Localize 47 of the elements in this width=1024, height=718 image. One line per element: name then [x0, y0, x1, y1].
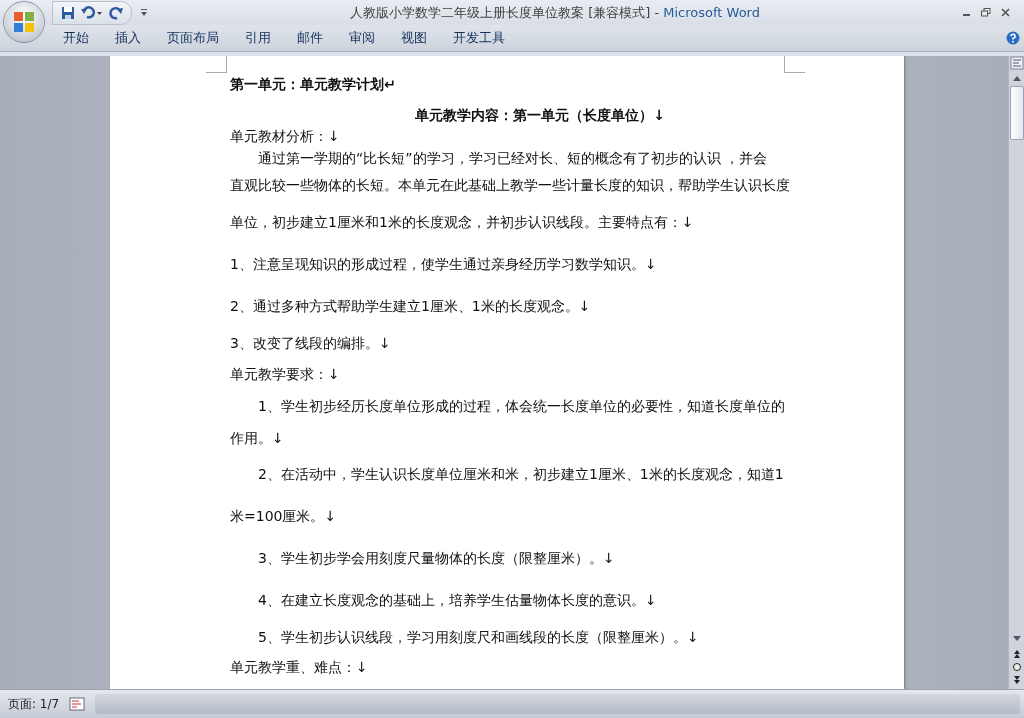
- office-logo-icon: [12, 10, 36, 34]
- ribbon-tab[interactable]: 开发工具: [440, 26, 518, 50]
- redo-icon[interactable]: [109, 5, 123, 20]
- ruler-toggle-icon[interactable]: [1010, 56, 1024, 70]
- text-line: 直观比较一些物体的长短。本单元在此基础上教学一些计量长度的知识，帮助学生认识长度: [230, 177, 790, 195]
- help-icon[interactable]: [1006, 31, 1020, 45]
- crop-mark: [206, 56, 227, 73]
- ribbon-tab[interactable]: 开始: [50, 26, 102, 50]
- undo-icon[interactable]: [81, 5, 103, 20]
- page-indicator[interactable]: 页面: 1/7: [8, 695, 60, 713]
- office-logo-button[interactable]: [4, 2, 44, 42]
- ribbon-tab[interactable]: 页面布局: [154, 26, 232, 50]
- text-line: 1、注意呈现知识的形成过程，使学生通过亲身经历学习数学知识。↓: [230, 256, 657, 274]
- ribbon-tab[interactable]: 审阅: [336, 26, 388, 50]
- text-line: 第一单元：单元教学计划↵: [230, 76, 396, 94]
- text-line: 米=100厘米。↓: [230, 508, 337, 526]
- ribbon-tab[interactable]: 视图: [388, 26, 440, 50]
- text-line: 4、在建立长度观念的基础上，培养学生估量物体长度的意识。↓: [258, 592, 657, 610]
- text-line: 作用。↓: [230, 429, 284, 448]
- scroll-down-icon[interactable]: [1012, 635, 1022, 643]
- scrollbar-thumb[interactable]: [1010, 86, 1024, 140]
- proofing-icon[interactable]: [69, 697, 86, 711]
- ribbon-tab[interactable]: 引用: [232, 26, 284, 50]
- text-line: 单元教学重、难点：↓: [230, 659, 368, 677]
- browse-object-icon[interactable]: [1012, 662, 1022, 672]
- customize-caret-icon[interactable]: [140, 8, 148, 17]
- text-line: 3、学生初步学会用刻度尺量物体的长度（限整厘米）。↓: [258, 550, 615, 568]
- text-line: 3、改变了线段的编排。↓: [230, 334, 391, 353]
- text-line: 2、在活动中，学生认识长度单位厘米和米，初步建立1厘米、1米的长度观念，知道1: [258, 466, 784, 484]
- next-page-icon[interactable]: [1012, 675, 1022, 685]
- text-line: 单元教学内容：第一单元（长度单位）↓: [415, 107, 665, 125]
- crop-mark: [784, 56, 805, 73]
- restore-icon[interactable]: [981, 8, 991, 17]
- window-title: 人教版小学数学二年级上册长度单位教案 [兼容模式] - Microsoft Word: [349, 3, 761, 22]
- text-line: 单元教学要求：↓: [230, 365, 340, 384]
- ribbon-tab[interactable]: 插入: [102, 26, 154, 50]
- save-icon[interactable]: [61, 5, 75, 20]
- previous-page-icon[interactable]: [1012, 649, 1022, 659]
- close-icon[interactable]: [1001, 8, 1010, 17]
- text-line: 2、通过多种方式帮助学生建立1厘米、1米的长度观念。↓: [230, 298, 591, 316]
- text-line: 1、学生初步经历长度单位形成的过程，体会统一长度单位的必要性，知道长度单位的: [258, 397, 785, 416]
- text-line: 5、学生初步认识线段，学习用刻度尺和画线段的长度（限整厘米）。↓: [258, 628, 699, 647]
- ribbon-tab[interactable]: 邮件: [284, 26, 336, 50]
- text-line: 通过第一学期的“比长短”的学习，学习已经对长、短的概念有了初步的认识 ，并会: [258, 149, 767, 168]
- scroll-up-icon[interactable]: [1012, 74, 1022, 82]
- text-line: 单位，初步建立1厘米和1米的长度观念，并初步认识线段。主要特点有：↓: [230, 214, 694, 232]
- text-line: 单元教材分析：↓: [230, 128, 340, 146]
